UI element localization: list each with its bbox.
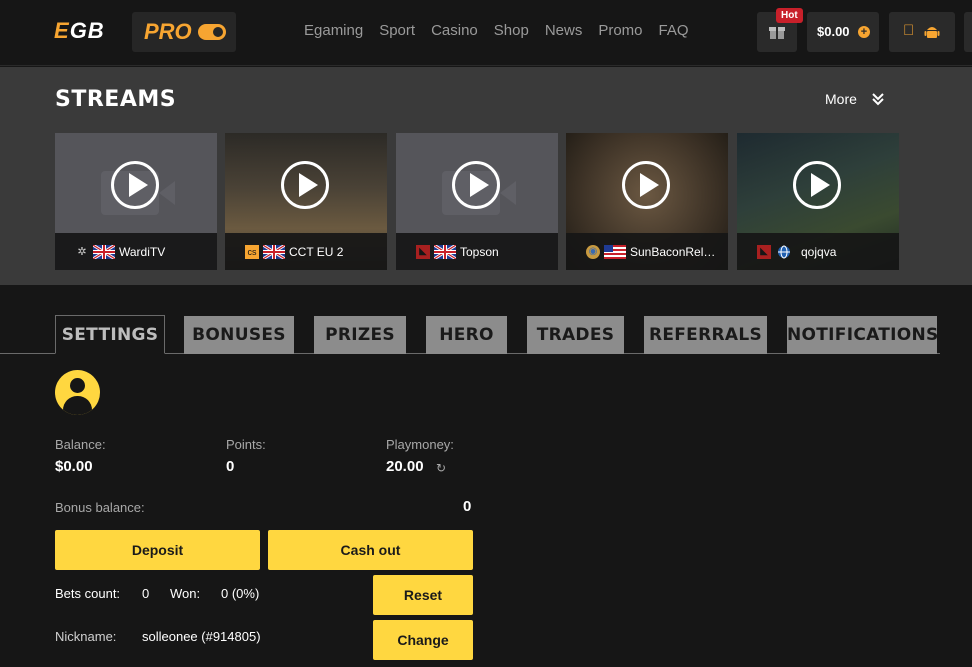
hearthstone-icon: ◉ xyxy=(586,245,600,259)
nav-news[interactable]: News xyxy=(545,22,583,39)
bets-count-value: 0 xyxy=(142,586,150,601)
stream-name: WardiTV xyxy=(119,245,166,259)
pro-label: PRO xyxy=(144,19,192,44)
stream-name: SunBaconRel… xyxy=(630,245,716,259)
stream-name: Topson xyxy=(460,245,499,259)
side-menu-button[interactable] xyxy=(964,12,972,52)
stream-name: CCT EU 2 xyxy=(289,245,344,259)
globe-icon xyxy=(778,245,790,259)
avatar[interactable] xyxy=(55,370,100,415)
won-value: 0 (0%) xyxy=(221,586,260,601)
stream-card[interactable]: ✲ WardiTV xyxy=(55,133,217,270)
tab-bonuses[interactable]: BONUSES xyxy=(184,316,294,354)
bonus-balance-label: Bonus balance: xyxy=(55,500,145,515)
stream-info-bar: cs CCT EU 2 xyxy=(225,233,387,270)
tab-hero[interactable]: HERO xyxy=(426,316,507,354)
egb-logo[interactable]: EGB xyxy=(54,18,105,44)
nav-egaming[interactable]: Egaming xyxy=(304,22,363,39)
us-flag-icon xyxy=(604,245,626,259)
toggle-switch-icon[interactable] xyxy=(198,24,226,40)
nav-sport[interactable]: Sport xyxy=(379,22,415,39)
refresh-icon[interactable]: ↻ xyxy=(436,461,446,475)
pro-mode-toggle[interactable]: PRO xyxy=(132,12,236,52)
header-balance: $0.00 xyxy=(817,24,850,39)
tab-settings[interactable]: SETTINGS xyxy=(55,315,165,354)
stream-card[interactable]: cs CCT EU 2 xyxy=(225,133,387,270)
tab-trades[interactable]: TRADES xyxy=(527,316,624,354)
stream-info-bar: ◉ SunBaconRel… xyxy=(566,233,728,270)
balance-button[interactable]: $0.00 + xyxy=(807,12,879,52)
nickname-label: Nickname: xyxy=(55,629,117,644)
change-nickname-button[interactable]: Change xyxy=(373,620,473,660)
nav-casino[interactable]: Casino xyxy=(431,22,478,39)
dota2-icon: ◣ xyxy=(757,245,771,259)
bonus-balance-value: 0 xyxy=(463,498,472,515)
csgo-icon: cs xyxy=(245,245,259,259)
points-label: Points: xyxy=(226,437,266,452)
top-header: EGB PRO Egaming Sport Casino Shop News P… xyxy=(0,0,972,66)
bets-count-label: Bets count: xyxy=(55,586,121,601)
play-icon[interactable] xyxy=(111,161,159,209)
streams-section: STREAMS More ✲ WardiTV cs CCT EU 2 ◣ Top… xyxy=(0,67,972,285)
uk-flag-icon xyxy=(434,245,456,259)
logo-e: E xyxy=(54,18,70,43)
mobile-apps-button[interactable]:  xyxy=(889,12,955,52)
starcraft-icon: ✲ xyxy=(77,246,87,258)
streams-title: STREAMS xyxy=(55,87,177,112)
points-value: 0 xyxy=(226,458,235,475)
double-chevron-down-icon[interactable] xyxy=(871,92,885,106)
stream-info-bar: ◣ qojqva xyxy=(737,233,899,270)
apple-icon[interactable]:  xyxy=(903,22,914,39)
tab-notifications[interactable]: NOTIFICATIONS xyxy=(787,316,938,354)
tab-referrals[interactable]: REFERRALS xyxy=(644,316,767,354)
stream-card[interactable]: ◣ qojqva xyxy=(737,133,899,270)
hot-badge: Hot xyxy=(776,8,803,23)
play-icon[interactable] xyxy=(622,161,670,209)
android-icon[interactable] xyxy=(924,24,940,40)
stream-card[interactable]: ◣ Topson xyxy=(396,133,558,270)
stream-card[interactable]: ◉ SunBaconRel… xyxy=(566,133,728,270)
play-icon[interactable] xyxy=(793,161,841,209)
nav-faq[interactable]: FAQ xyxy=(659,22,689,39)
stream-info-bar: ◣ Topson xyxy=(396,233,558,270)
won-label: Won: xyxy=(170,586,201,601)
reset-button[interactable]: Reset xyxy=(373,575,473,615)
stream-name: qojqva xyxy=(801,245,837,259)
dota2-icon: ◣ xyxy=(416,245,430,259)
logo-gb: GB xyxy=(69,18,105,43)
stream-info-bar: ✲ WardiTV xyxy=(55,233,217,270)
nav-shop[interactable]: Shop xyxy=(494,22,529,39)
nav-promo[interactable]: Promo xyxy=(598,22,642,39)
cash-out-button[interactable]: Cash out xyxy=(268,530,473,570)
play-icon[interactable] xyxy=(281,161,329,209)
uk-flag-icon xyxy=(93,245,115,259)
balance-value: $0.00 xyxy=(55,458,93,475)
playmoney-label: Playmoney: xyxy=(386,437,454,452)
more-streams-link[interactable]: More xyxy=(825,91,857,107)
playmoney-value: 20.00 xyxy=(386,458,424,475)
play-icon[interactable] xyxy=(452,161,500,209)
main-nav: Egaming Sport Casino Shop News Promo FAQ xyxy=(304,22,705,39)
gift-icon xyxy=(769,27,785,39)
add-funds-icon[interactable]: + xyxy=(858,26,870,38)
balance-label: Balance: xyxy=(55,437,106,452)
deposit-button[interactable]: Deposit xyxy=(55,530,260,570)
nickname-value: solleonee (#914805) xyxy=(142,629,261,644)
tab-prizes[interactable]: PRIZES xyxy=(314,316,406,354)
uk-flag-icon xyxy=(263,245,285,259)
